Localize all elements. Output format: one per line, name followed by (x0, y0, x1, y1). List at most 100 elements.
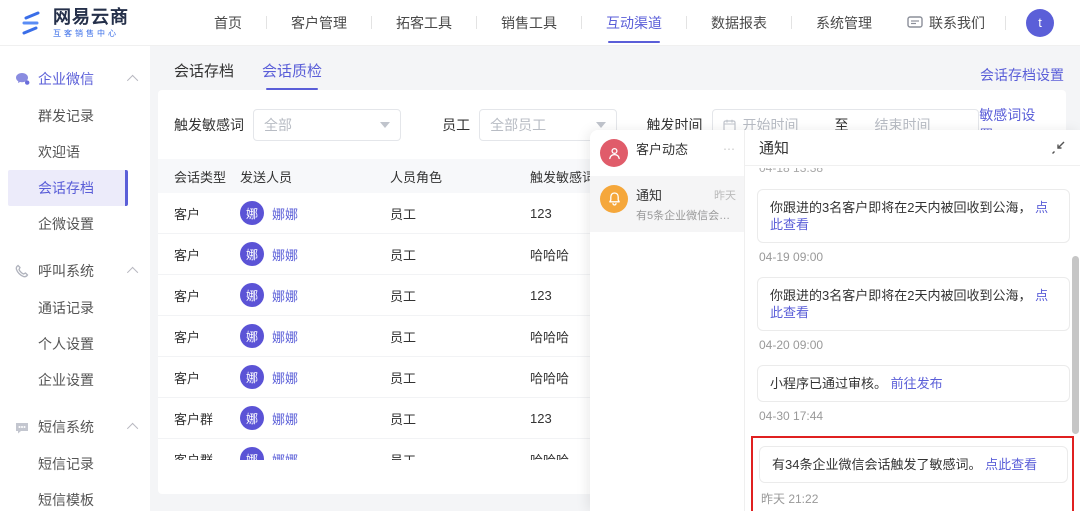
notification-panel: 通知 04-18 13:38 你跟进的3名客户即将在2天内被回收到公海， 点此查… (745, 130, 1080, 511)
sidebar-item-welcome-message[interactable]: 欢迎语 (0, 134, 150, 170)
nav-item-home[interactable]: 首页 (190, 0, 266, 45)
channel-title: 通知 (636, 188, 663, 203)
cell-session-type: 客户群 (174, 452, 214, 461)
cell-role: 员工 (390, 206, 417, 222)
sidebar-group-wecom[interactable]: 企业微信 (0, 60, 150, 98)
message-time: 昨天 21:22 (761, 492, 819, 506)
notification-message: 你跟进的3名客户即将在2天内被回收到公海， 点此查看 (757, 277, 1070, 331)
sidebar-item-sms-records[interactable]: 短信记录 (0, 446, 150, 482)
nav-item-customer-mgmt[interactable]: 客户管理 (267, 0, 371, 45)
message-time: 04-20 09:00 (759, 338, 824, 352)
notification-panel-header: 通知 (745, 130, 1080, 166)
highlight-box: 有34条企业微信会话触发了敏感词。 点此查看 昨天 21:22 有5条企业微信会… (751, 436, 1074, 511)
cell-role: 员工 (390, 452, 417, 461)
channel-item-notifications[interactable]: 通知 昨天 有5条企业微信会话触发... (590, 176, 744, 232)
cell-session-type: 客户 (174, 206, 201, 222)
more-icon[interactable]: ⋯ (723, 142, 736, 156)
wecom-icon (14, 71, 30, 87)
sender-avatar: 娜 (240, 324, 264, 348)
sender-name[interactable]: 娜娜 (272, 327, 298, 346)
channel-time: 昨天 (714, 189, 736, 202)
notification-message: 小程序已通过审核。 前往发布 (757, 365, 1070, 402)
sender-avatar: 娜 (240, 406, 264, 430)
notification-overlay: 客户动态 ⋯ 通知 昨天 有5条企业微信会话触发... (590, 130, 1080, 511)
top-nav: 首页 客户管理 拓客工具 销售工具 互动渠道 数据报表 系统管理 (190, 0, 896, 45)
sender-name[interactable]: 娜娜 (272, 286, 298, 305)
chat-bubble-icon (907, 15, 923, 28)
message-text: 你跟进的3名客户即将在2天内被回收到公海， (770, 200, 1032, 215)
channel-title: 客户动态 (636, 142, 689, 157)
panel-scrollbar[interactable] (1072, 256, 1079, 434)
sms-icon (14, 419, 30, 435)
person-icon (600, 139, 628, 167)
chevron-up-icon (126, 266, 139, 279)
top-header: 网易云商 互客销售中心 首页 客户管理 拓客工具 销售工具 互动渠道 数据报表 … (0, 0, 1080, 46)
staff-filter-label: 员工 (442, 117, 471, 133)
logo-icon (22, 11, 40, 34)
user-avatar[interactable]: t (1026, 8, 1054, 37)
logo[interactable]: 网易云商 互客销售中心 (0, 7, 160, 39)
cell-session-type: 客户 (174, 247, 201, 263)
notification-message: 你跟进的3名客户即将在2天内被回收到公海， 点此查看 (757, 189, 1070, 243)
sidebar-group-call-system[interactable]: 呼叫系统 (0, 252, 150, 290)
col-header-sender: 发送人员 (240, 169, 293, 185)
sidebar-item-enterprise-settings[interactable]: 企业设置 (0, 362, 150, 398)
sidebar-item-mass-send-records[interactable]: 群发记录 (0, 98, 150, 134)
notification-panel-body: 04-18 13:38 你跟进的3名客户即将在2天内被回收到公海， 点此查看 0… (745, 166, 1080, 511)
keyword-filter-label: 触发敏感词 (174, 117, 244, 133)
logo-title: 网易云商 (53, 6, 129, 27)
tab-conversation-quality[interactable]: 会话质检 (262, 60, 322, 90)
panel-title: 通知 (759, 140, 790, 157)
sender-name[interactable]: 娜娜 (272, 409, 298, 428)
nav-item-system-mgmt[interactable]: 系统管理 (792, 0, 896, 45)
sidebar-item-wecom-settings[interactable]: 企微设置 (0, 206, 150, 242)
message-time: 04-30 17:44 (759, 409, 824, 423)
cell-session-type: 客户群 (174, 411, 214, 427)
nav-item-data-reports[interactable]: 数据报表 (687, 0, 791, 45)
view-link[interactable]: 点此查看 (985, 457, 1037, 472)
message-time: 04-19 09:00 (759, 250, 824, 264)
sidebar-item-call-records[interactable]: 通话记录 (0, 290, 150, 326)
channel-item-customer-activity[interactable]: 客户动态 ⋯ (590, 130, 744, 176)
cell-session-type: 客户 (174, 288, 201, 304)
cell-role: 员工 (390, 411, 417, 427)
notification-channel-list: 客户动态 ⋯ 通知 昨天 有5条企业微信会话触发... (590, 130, 745, 511)
message-text: 小程序已通过审核。 (770, 376, 888, 391)
chevron-down-icon (379, 122, 390, 128)
sender-name[interactable]: 娜娜 (272, 450, 298, 461)
col-header-role: 人员角色 (390, 169, 443, 185)
clipped-timestamp: 04-18 13:38 (759, 168, 824, 175)
sidebar-item-sms-templates[interactable]: 短信模板 (0, 482, 150, 511)
chevron-up-icon (126, 74, 139, 87)
nav-item-sales-tools[interactable]: 销售工具 (477, 0, 581, 45)
sender-avatar: 娜 (240, 365, 264, 389)
contact-us-button[interactable]: 联系我们 (907, 13, 985, 33)
sender-avatar: 娜 (240, 242, 264, 266)
keyword-select[interactable]: 全部 (253, 109, 401, 141)
logo-subtitle: 互客销售中心 (53, 28, 119, 38)
tab-conversation-archive[interactable]: 会话存档 (174, 60, 234, 90)
cell-role: 员工 (390, 288, 417, 304)
sidebar-group-label: 短信系统 (38, 419, 94, 435)
page: 网易云商 互客销售中心 首页 客户管理 拓客工具 销售工具 互动渠道 数据报表 … (0, 0, 1080, 511)
sender-name[interactable]: 娜娜 (272, 368, 298, 387)
collapse-icon[interactable] (1051, 140, 1066, 155)
nav-item-prospecting-tools[interactable]: 拓客工具 (372, 0, 476, 45)
message-text: 有34条企业微信会话触发了敏感词。 (772, 457, 982, 472)
cell-session-type: 客户 (174, 370, 201, 386)
cell-role: 员工 (390, 247, 417, 263)
publish-link[interactable]: 前往发布 (891, 376, 943, 391)
archive-settings-link[interactable]: 会话存档设置 (980, 65, 1064, 85)
sender-name[interactable]: 娜娜 (272, 204, 298, 223)
sidebar-item-conversation-archive[interactable]: 会话存档 (8, 170, 128, 206)
staff-select-value: 全部员工 (490, 117, 547, 133)
sidebar-group-sms-system[interactable]: 短信系统 (0, 408, 150, 446)
notification-message: 有34条企业微信会话触发了敏感词。 点此查看 (759, 446, 1068, 483)
sender-name[interactable]: 娜娜 (272, 245, 298, 264)
sidebar-group-label: 企业微信 (38, 71, 94, 87)
bell-icon (600, 185, 628, 213)
sidebar-item-personal-settings[interactable]: 个人设置 (0, 326, 150, 362)
nav-item-interactive-channels[interactable]: 互动渠道 (582, 0, 686, 45)
cell-session-type: 客户 (174, 329, 201, 345)
contact-us-label: 联系我们 (929, 14, 985, 31)
